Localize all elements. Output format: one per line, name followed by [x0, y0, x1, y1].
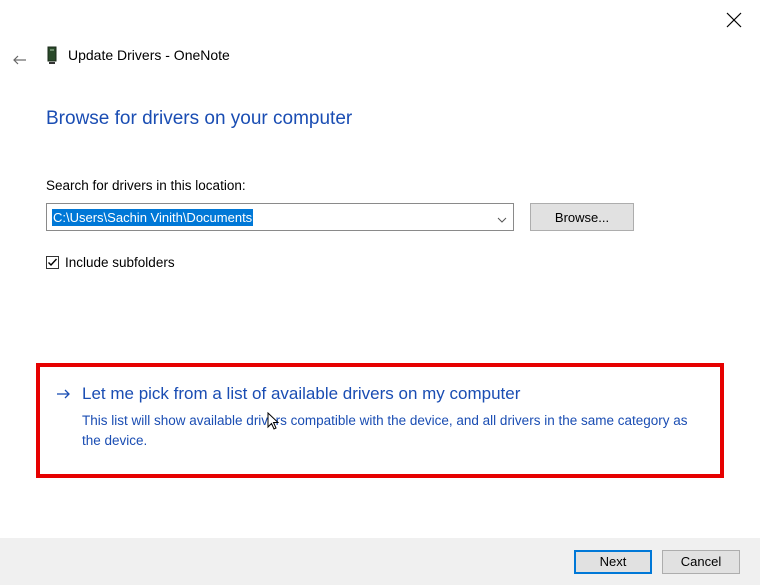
location-combobox[interactable]: C:\Users\Sachin Vinith\Documents — [46, 203, 514, 231]
location-value: C:\Users\Sachin Vinith\Documents — [52, 209, 253, 226]
search-section: Search for drivers in this location: C:\… — [46, 178, 714, 270]
next-button[interactable]: Next — [574, 550, 652, 574]
include-subfolders-label: Include subfolders — [65, 255, 175, 270]
close-icon[interactable] — [726, 12, 742, 28]
chevron-down-icon — [497, 212, 507, 222]
dialog-header: Update Drivers - OneNote — [46, 46, 230, 64]
dialog-content: Browse for drivers on your computer Sear… — [46, 108, 714, 270]
include-subfolders-checkbox[interactable] — [46, 256, 59, 269]
update-drivers-dialog: Update Drivers - OneNote Browse for driv… — [0, 0, 760, 585]
device-icon — [46, 46, 58, 64]
back-icon[interactable] — [12, 52, 28, 68]
page-heading: Browse for drivers on your computer — [46, 108, 714, 130]
pick-heading: Let me pick from a list of available dri… — [82, 383, 704, 405]
pick-description: This list will show available drivers co… — [82, 411, 704, 450]
browse-button[interactable]: Browse... — [530, 203, 634, 231]
arrow-right-icon — [56, 387, 72, 406]
search-label: Search for drivers in this location: — [46, 178, 714, 193]
pick-from-list-option[interactable]: Let me pick from a list of available dri… — [36, 363, 724, 478]
cancel-button[interactable]: Cancel — [662, 550, 740, 574]
dialog-title: Update Drivers - OneNote — [68, 47, 230, 63]
dialog-footer: Next Cancel — [0, 538, 760, 585]
include-subfolders-row[interactable]: Include subfolders — [46, 255, 714, 270]
